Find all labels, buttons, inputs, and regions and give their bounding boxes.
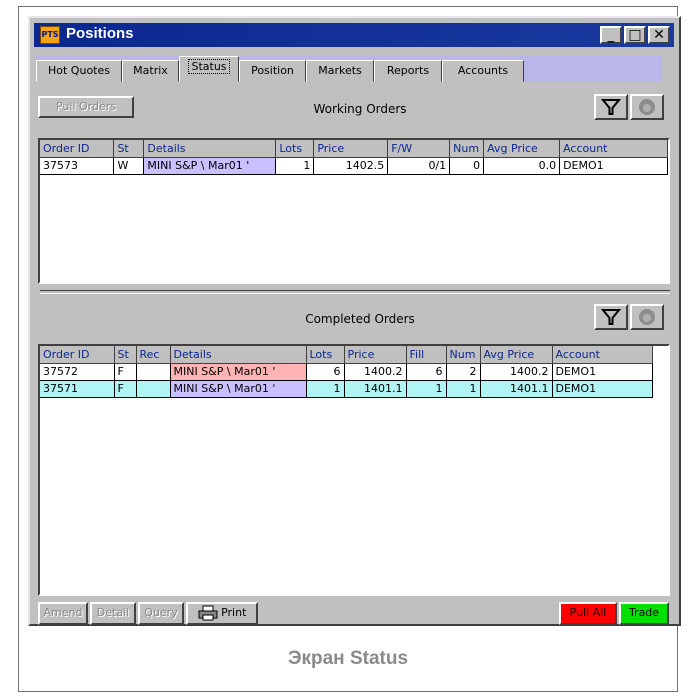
screen-caption: Экран Status (287, 648, 409, 669)
working-orders-grid: Order ID St Details Lots Price F/W Num A… (38, 138, 670, 284)
shield-icon (639, 309, 655, 325)
pull-all-button[interactable]: Pull All (559, 602, 617, 625)
column-header[interactable]: Price (344, 346, 407, 364)
working-orders-title: Working Orders (313, 102, 407, 116)
close-button[interactable]: ✕ (648, 26, 670, 44)
fw-cell: 0/1 (387, 157, 451, 175)
column-header[interactable]: Avg Price (483, 140, 561, 158)
num-cell: 0 (449, 157, 485, 175)
filter-icon (600, 309, 622, 325)
order-id-cell: 37571 (40, 380, 115, 398)
column-header[interactable]: Avg Price (480, 346, 553, 364)
tab-status[interactable]: Status (179, 56, 239, 82)
column-header[interactable]: Price (313, 140, 389, 158)
column-header[interactable]: Account (552, 346, 653, 364)
lots-cell: 1 (275, 157, 315, 175)
detail-button[interactable]: Detail (90, 602, 136, 625)
price-cell: 1400.2 (344, 363, 407, 381)
shield-icon (639, 99, 655, 115)
column-header[interactable]: Num (446, 346, 481, 364)
printer-icon (198, 605, 218, 621)
column-header[interactable]: St (114, 346, 137, 364)
column-header[interactable]: Order ID (40, 140, 115, 158)
lots-cell: 1 (306, 380, 345, 398)
table-row[interactable]: 37571 F MINI S&P \ Mar01 ' 1 1401.1 1 1 … (40, 380, 653, 398)
tab-markets[interactable]: Markets (306, 60, 374, 82)
tab-position[interactable]: Position (239, 60, 306, 82)
tab-accounts[interactable]: Accounts (442, 60, 524, 82)
status-cell: F (114, 363, 137, 381)
lots-cell: 6 (306, 363, 345, 381)
column-header[interactable]: Lots (306, 346, 345, 364)
minimize-button[interactable]: _ (600, 26, 622, 44)
table-row[interactable]: 37573 W MINI S&P \ Mar01 ' 1 1402.5 0/1 … (40, 157, 668, 175)
column-header[interactable]: Details (170, 346, 307, 364)
status-cell: W (113, 157, 145, 175)
column-header[interactable]: F/W (387, 140, 451, 158)
table-row[interactable]: 37572 F MINI S&P \ Mar01 ' 6 1400.2 6 2 … (40, 363, 653, 381)
print-button[interactable]: Print (186, 602, 258, 625)
avg-price-cell: 1400.2 (480, 363, 553, 381)
account-cell: DEMO1 (559, 157, 668, 175)
fill-cell: 6 (406, 363, 447, 381)
tab-hot-quotes[interactable]: Hot Quotes (36, 60, 122, 82)
column-header[interactable]: Account (559, 140, 668, 158)
details-cell: MINI S&P \ Mar01 ' (170, 363, 307, 381)
filter-icon (600, 99, 622, 115)
working-filter-button[interactable] (594, 94, 628, 120)
completed-orders-grid: Order ID St Rec Details Lots Price Fill … (38, 344, 670, 596)
rec-cell (136, 363, 171, 381)
print-label: Print (221, 606, 247, 619)
num-cell: 1 (446, 380, 481, 398)
column-header[interactable]: Lots (275, 140, 315, 158)
window-title: Positions (66, 25, 134, 42)
app-icon: PTS (40, 26, 60, 44)
status-cell: F (114, 380, 137, 398)
tab-bar: Hot Quotes Matrix Status Position Market… (36, 56, 662, 82)
tab-reports[interactable]: Reports (374, 60, 442, 82)
rec-cell (136, 380, 171, 398)
avg-price-cell: 1401.1 (480, 380, 553, 398)
working-header-row: Order ID St Details Lots Price F/W Num A… (40, 140, 668, 158)
query-button[interactable]: Query (138, 602, 184, 625)
completed-header-row: Order ID St Rec Details Lots Price Fill … (40, 346, 653, 364)
trade-button[interactable]: Trade (619, 602, 669, 625)
price-cell: 1401.1 (344, 380, 407, 398)
working-shield-button[interactable] (630, 94, 664, 120)
amend-button[interactable]: Amend (38, 602, 88, 625)
details-cell: MINI S&P \ Mar01 ' (143, 157, 277, 175)
column-header[interactable]: Rec (136, 346, 171, 364)
column-header[interactable]: Order ID (40, 346, 115, 364)
column-header[interactable]: St (113, 140, 145, 158)
tab-status-label: Status (188, 59, 230, 74)
details-cell: MINI S&P \ Mar01 ' (170, 380, 307, 398)
num-cell: 2 (446, 363, 481, 381)
maximize-button[interactable]: □ (624, 26, 646, 44)
column-header[interactable]: Details (143, 140, 277, 158)
account-cell: DEMO1 (552, 380, 653, 398)
account-cell: DEMO1 (552, 363, 653, 381)
price-cell: 1402.5 (313, 157, 389, 175)
title-bar[interactable]: PTS Positions _ □ ✕ (34, 23, 674, 47)
column-header[interactable]: Num (449, 140, 485, 158)
pull-orders-button[interactable]: Pull Orders (38, 96, 134, 118)
tab-matrix[interactable]: Matrix (122, 60, 179, 82)
order-id-cell: 37572 (40, 363, 115, 381)
completed-filter-button[interactable] (594, 304, 628, 330)
pane-splitter[interactable] (40, 290, 670, 294)
avg-price-cell: 0.0 (483, 157, 561, 175)
completed-shield-button[interactable] (630, 304, 664, 330)
positions-window: PTS Positions _ □ ✕ Hot Quotes Matrix St… (28, 16, 681, 626)
order-id-cell: 37573 (40, 157, 115, 175)
column-header[interactable]: Fill (406, 346, 447, 364)
completed-orders-title: Completed Orders (305, 312, 415, 326)
fill-cell: 1 (406, 380, 447, 398)
